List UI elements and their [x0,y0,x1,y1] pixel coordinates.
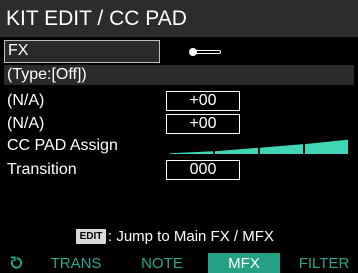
screen: KIT EDIT / CC PAD FX (Type:[Off]) (N/A) … [0,0,358,273]
fx-row[interactable]: FX [4,40,354,63]
cc-pad-assign-label: CC PAD Assign [7,137,118,154]
cc-pad-curve-segment [215,147,258,154]
cc-pad-assign-row[interactable]: CC PAD Assign [4,136,354,156]
tab-mfx[interactable]: MFX [208,253,280,273]
tab-bar: TRANS NOTE MFX FILTER [0,253,358,273]
fx-field[interactable]: FX [4,40,160,63]
edit-key-icon: EDIT [76,229,106,244]
cc-pad-curve-segment [260,144,303,154]
param-2-label: (N/A) [7,115,45,132]
tab-trans-label: TRANS [50,255,102,272]
transition-row[interactable]: Transition 000 [4,160,354,180]
title-bar: KIT EDIT / CC PAD [0,0,358,37]
tab-trans[interactable]: TRANS [40,253,112,273]
fx-type-row[interactable]: (Type:[Off]) [4,65,354,85]
param-row-1[interactable]: (N/A) +00 [4,91,354,111]
param-1-value[interactable]: +00 [166,91,240,111]
toggle-track-icon [196,50,221,54]
cc-pad-assign-curve[interactable] [170,136,348,154]
tab-mfx-label: MFX [228,255,260,272]
page-title: KIT EDIT / CC PAD [6,7,187,30]
hint-bar: EDIT : Jump to Main FX / MFX [0,226,358,248]
rotate-icon[interactable] [10,256,23,270]
cc-pad-curve-segment [305,139,348,154]
tab-note-label: NOTE [141,255,183,272]
cc-pad-curve-segment [170,151,213,154]
fx-toggle-switch[interactable] [189,48,223,56]
transition-label: Transition [7,161,77,178]
transition-value[interactable]: 000 [166,160,240,180]
tab-note[interactable]: NOTE [126,253,198,273]
tab-filter-label: FILTER [298,255,350,272]
hint-text: : Jump to Main FX / MFX [108,228,274,245]
fx-label: FX [8,42,29,59]
param-2-value[interactable]: +00 [166,114,240,134]
fx-type-label: (Type:[Off]) [7,66,87,83]
param-row-2[interactable]: (N/A) +00 [4,114,354,134]
param-1-label: (N/A) [7,92,45,109]
tab-filter[interactable]: FILTER [290,253,358,273]
